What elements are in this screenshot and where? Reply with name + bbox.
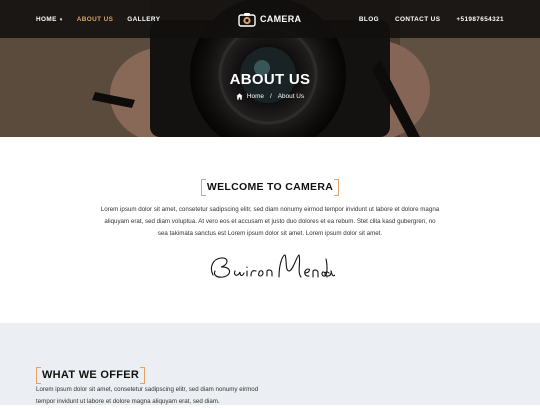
signature: [0, 249, 540, 290]
top-navigation: HOME ▾ ABOUT US GALLERY CAMERA BLOG CONTA…: [0, 0, 540, 38]
hero-banner: HOME ▾ ABOUT US GALLERY CAMERA BLOG CONTA…: [0, 0, 540, 137]
offer-title: WHAT WE OFFER: [36, 367, 146, 384]
brand-logo[interactable]: CAMERA: [238, 11, 301, 27]
welcome-title: WELCOME TO CAMERA: [200, 179, 340, 196]
breadcrumb: Home / About Us: [0, 93, 540, 100]
nav-right-group: BLOG CONTACT US +51987654321: [359, 0, 504, 38]
nav-phone[interactable]: +51987654321: [456, 16, 504, 23]
breadcrumb-separator: /: [269, 93, 272, 100]
welcome-paragraph: Lorem ipsum dolor sit amet, consetetur s…: [100, 206, 440, 237]
signature-image: [210, 254, 336, 278]
nav-left-group: HOME ▾ ABOUT US GALLERY: [36, 0, 160, 38]
home-icon: [236, 93, 243, 100]
page-title: ABOUT US: [229, 71, 311, 88]
camera-logo-icon: [238, 12, 256, 27]
what-we-offer-section: WHAT WE OFFER Lorem ipsum dolor sit amet…: [0, 323, 540, 405]
nav-home[interactable]: HOME ▾: [36, 16, 63, 23]
breadcrumb-current: About Us: [277, 93, 305, 100]
nav-gallery[interactable]: GALLERY: [127, 16, 160, 23]
nav-home-label: HOME: [36, 15, 57, 23]
welcome-heading: WELCOME TO CAMERA: [0, 177, 540, 196]
offer-heading: WHAT WE OFFER: [36, 365, 146, 384]
chevron-down-icon: ▾: [59, 16, 63, 23]
breadcrumb-home[interactable]: Home: [247, 93, 264, 100]
brand-name: CAMERA: [260, 14, 302, 24]
nav-blog[interactable]: BLOG: [359, 16, 379, 23]
offer-paragraph: Lorem ipsum dolor sit amet, consetetur s…: [36, 386, 259, 405]
nav-contact-us[interactable]: CONTACT US: [395, 16, 440, 23]
nav-about-us[interactable]: ABOUT US: [77, 16, 114, 23]
